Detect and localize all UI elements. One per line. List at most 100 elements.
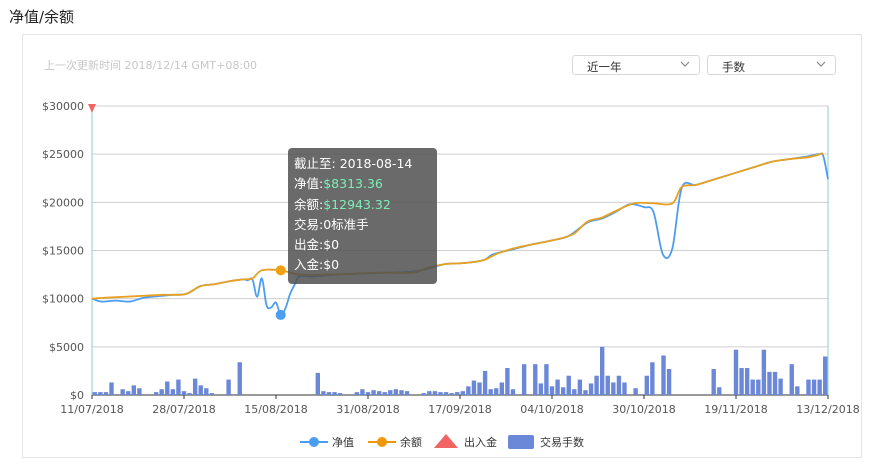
y-tick-label: $25000 bbox=[42, 148, 84, 161]
volume-bar bbox=[739, 368, 744, 395]
y-tick-label: $15000 bbox=[42, 245, 84, 258]
volume-bar bbox=[767, 371, 772, 395]
volume-bar bbox=[103, 392, 109, 395]
balance-line bbox=[91, 152, 824, 300]
x-tick-label: 17/09/2018 bbox=[428, 403, 491, 416]
volume-bar bbox=[360, 389, 365, 395]
legend-label: 余额 bbox=[400, 435, 422, 449]
volume-bar bbox=[521, 364, 527, 395]
volume-bar bbox=[237, 362, 242, 395]
y-tick-label: $30000 bbox=[42, 100, 84, 113]
volume-bar bbox=[538, 383, 544, 395]
bar-rect-icon bbox=[508, 435, 534, 449]
volume-bar bbox=[666, 368, 672, 395]
equity-highlight-point bbox=[275, 309, 286, 320]
volume-bar bbox=[583, 390, 588, 395]
volume-bar bbox=[443, 392, 449, 395]
volume-bar bbox=[795, 386, 800, 395]
tooltip-date-row: 截止至: 2018-08-14 bbox=[294, 156, 413, 171]
volume-bar bbox=[315, 372, 321, 395]
triangle-icon bbox=[434, 434, 458, 448]
equity-balance-chart: $0 $5000 $10000 $15000 $20000 $25000 $30000 11/… bbox=[42, 100, 860, 449]
volume-bar bbox=[192, 378, 198, 395]
legend-label: 交易手数 bbox=[540, 435, 584, 449]
balance-highlight-point bbox=[275, 265, 286, 276]
legend-item[interactable]: 交易手数 bbox=[508, 435, 584, 449]
volume-bar bbox=[778, 378, 783, 395]
volume-bar bbox=[750, 379, 755, 395]
volume-bar bbox=[494, 388, 499, 395]
volume-bar bbox=[471, 380, 477, 395]
volume-bar bbox=[772, 371, 778, 395]
x-tick-label: 31/08/2018 bbox=[336, 403, 399, 416]
y-tick-label: $20000 bbox=[42, 196, 84, 209]
volume-bar bbox=[633, 388, 638, 395]
volume-bar bbox=[505, 368, 510, 395]
volume-bar bbox=[170, 389, 176, 395]
legend-label: 出入金 bbox=[464, 435, 497, 449]
volume-bar bbox=[326, 392, 332, 395]
volume-bar bbox=[761, 349, 767, 395]
y-tick-label: $0 bbox=[70, 389, 84, 402]
volume-bar bbox=[661, 355, 666, 395]
volume-bar bbox=[153, 392, 159, 395]
legend-item[interactable]: 余额 bbox=[368, 435, 422, 449]
volume-bar bbox=[577, 379, 583, 395]
legend-label: 净值 bbox=[332, 435, 354, 449]
volume-bar bbox=[711, 368, 716, 395]
volume-bar bbox=[533, 364, 538, 395]
volume-bar bbox=[733, 349, 739, 395]
volume-bar bbox=[549, 386, 555, 395]
volume-bar bbox=[449, 393, 454, 395]
volume-bar bbox=[176, 379, 181, 395]
volume-bar bbox=[566, 375, 571, 395]
volume-bar bbox=[572, 389, 577, 395]
volume-bar bbox=[131, 385, 137, 395]
volume-bar bbox=[756, 379, 761, 395]
volume-bar bbox=[209, 393, 215, 395]
volume-bar bbox=[560, 387, 566, 395]
series-lines bbox=[88, 104, 829, 320]
volume-bar bbox=[421, 393, 426, 395]
volume-bar bbox=[165, 381, 170, 395]
volume-bar bbox=[388, 390, 393, 395]
volume-bar bbox=[460, 391, 465, 395]
volume-bar bbox=[599, 346, 605, 395]
volume-bar bbox=[488, 389, 493, 395]
x-tick-label: 13/12/2018 bbox=[796, 403, 859, 416]
volume-bars bbox=[92, 346, 828, 395]
volume-bar bbox=[817, 379, 822, 395]
x-tick-label: 11/07/2018 bbox=[60, 403, 123, 416]
volume-bar bbox=[371, 390, 376, 395]
volume-bar bbox=[399, 390, 404, 395]
volume-bar bbox=[717, 387, 722, 395]
volume-bar bbox=[92, 392, 97, 395]
legend-item[interactable]: 出入金 bbox=[434, 434, 497, 449]
deposit-withdraw-marker bbox=[88, 104, 96, 113]
y-tick-label: $5000 bbox=[49, 341, 84, 354]
volume-bar bbox=[616, 375, 622, 395]
legend-item[interactable]: 净值 bbox=[300, 435, 354, 449]
volume-bar bbox=[109, 382, 114, 395]
volume-bar bbox=[499, 382, 505, 395]
chart-tooltip: 截止至: 2018-08-14 净值:$8313.36 余额:$12943.32… bbox=[288, 148, 437, 284]
volume-bar bbox=[605, 375, 610, 395]
volume-bar bbox=[594, 375, 599, 395]
volume-bar bbox=[806, 379, 811, 395]
tooltip-equity-row: 净值:$8313.36 bbox=[294, 176, 383, 192]
volume-bar bbox=[137, 388, 142, 395]
volume-bar bbox=[98, 392, 103, 395]
volume-bar bbox=[120, 389, 125, 395]
line-circle-icon bbox=[300, 437, 328, 447]
volume-bar bbox=[544, 364, 549, 395]
x-tick-label: 19/11/2018 bbox=[704, 403, 767, 416]
volume-bar bbox=[198, 385, 203, 395]
volume-bar bbox=[126, 391, 131, 395]
x-tick-label: 15/08/2018 bbox=[244, 403, 307, 416]
x-tick-label: 30/10/2018 bbox=[612, 403, 675, 416]
volume-bar bbox=[332, 392, 337, 395]
tooltip-withdraw-row: 出金:$0 bbox=[294, 237, 340, 253]
volume-bar bbox=[611, 382, 616, 395]
volume-bar bbox=[510, 389, 516, 395]
volume-bar bbox=[644, 375, 649, 395]
